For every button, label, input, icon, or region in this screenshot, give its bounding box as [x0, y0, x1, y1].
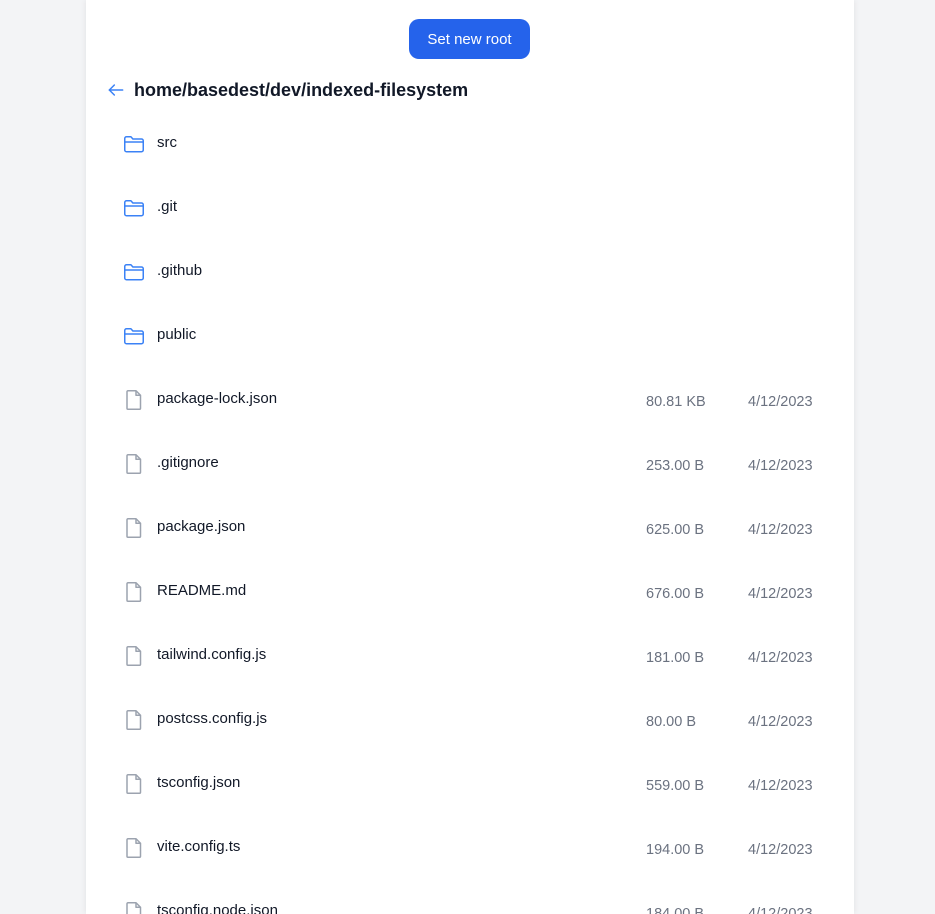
entry-size: 253.00 B — [646, 458, 705, 474]
entry-name: package.json — [157, 518, 246, 535]
file-icon — [122, 580, 146, 604]
folder-icon — [122, 196, 146, 220]
file-row[interactable]: tsconfig.node.json 184.00 B 4/12/2023 — [86, 880, 854, 914]
entry-size: 80.81 KB — [646, 394, 706, 410]
entry-date: 4/12/2023 — [748, 586, 813, 602]
folder-icon — [122, 260, 146, 284]
file-list: src .git .github public package-lock.json 80.… — [86, 112, 854, 914]
current-path: home/basedest/dev/indexed-filesystem — [134, 79, 469, 100]
file-icon — [122, 836, 146, 860]
file-row[interactable]: tailwind.config.js 181.00 B 4/12/2023 — [86, 624, 854, 688]
entry-size: 194.00 B — [646, 842, 705, 858]
file-icon — [122, 452, 146, 476]
entry-size: 181.00 B — [646, 650, 705, 666]
entry-date: 4/12/2023 — [748, 714, 813, 730]
entry-name: .gitignore — [157, 454, 219, 471]
file-row[interactable]: tsconfig.json 559.00 B 4/12/2023 — [86, 752, 854, 816]
entry-name: public — [157, 326, 197, 343]
file-icon — [122, 900, 146, 914]
entry-date: 4/12/2023 — [748, 842, 813, 858]
entry-name: README.md — [157, 582, 247, 599]
entry-name: package-lock.json — [157, 390, 278, 407]
entry-size: 184.00 B — [646, 906, 705, 914]
entry-name: postcss.config.js — [157, 710, 268, 727]
entry-date: 4/12/2023 — [748, 522, 813, 538]
folder-row[interactable]: public — [86, 304, 854, 368]
entry-name: tsconfig.node.json — [157, 902, 278, 914]
entry-size: 676.00 B — [646, 586, 705, 602]
breadcrumb: home/basedest/dev/indexed-filesystem — [106, 76, 468, 104]
file-row[interactable]: .gitignore 253.00 B 4/12/2023 — [86, 432, 854, 496]
folder-icon — [122, 132, 146, 156]
entry-name: tsconfig.json — [157, 774, 241, 791]
file-icon — [122, 708, 146, 732]
file-icon — [122, 516, 146, 540]
file-icon — [122, 388, 146, 412]
entry-name: tailwind.config.js — [157, 646, 267, 663]
file-row[interactable]: README.md 676.00 B 4/12/2023 — [86, 560, 854, 624]
entry-size: 80.00 B — [646, 714, 696, 730]
entry-date: 4/12/2023 — [748, 394, 813, 410]
entry-name: .git — [157, 198, 178, 215]
entry-date: 4/12/2023 — [748, 458, 813, 474]
folder-row[interactable]: .github — [86, 240, 854, 304]
file-row[interactable]: vite.config.ts 194.00 B 4/12/2023 — [86, 816, 854, 880]
set-new-root-button[interactable]: Set new root — [409, 19, 530, 59]
entry-name: vite.config.ts — [157, 838, 241, 855]
entry-name: .github — [157, 262, 203, 279]
entry-size: 625.00 B — [646, 522, 705, 538]
entry-size: 559.00 B — [646, 778, 705, 794]
entry-date: 4/12/2023 — [748, 906, 813, 914]
file-icon — [122, 772, 146, 796]
file-icon — [122, 644, 146, 668]
file-row[interactable]: package-lock.json 80.81 KB 4/12/2023 — [86, 368, 854, 432]
folder-row[interactable]: .git — [86, 176, 854, 240]
file-browser-panel: Set new root home/basedest/dev/indexed-f… — [86, 0, 854, 914]
file-row[interactable]: package.json 625.00 B 4/12/2023 — [86, 496, 854, 560]
back-arrow-icon[interactable] — [106, 80, 126, 100]
entry-date: 4/12/2023 — [748, 650, 813, 666]
folder-icon — [122, 324, 146, 348]
file-row[interactable]: postcss.config.js 80.00 B 4/12/2023 — [86, 688, 854, 752]
entry-name: src — [157, 134, 177, 151]
folder-row[interactable]: src — [86, 112, 854, 176]
entry-date: 4/12/2023 — [748, 778, 813, 794]
